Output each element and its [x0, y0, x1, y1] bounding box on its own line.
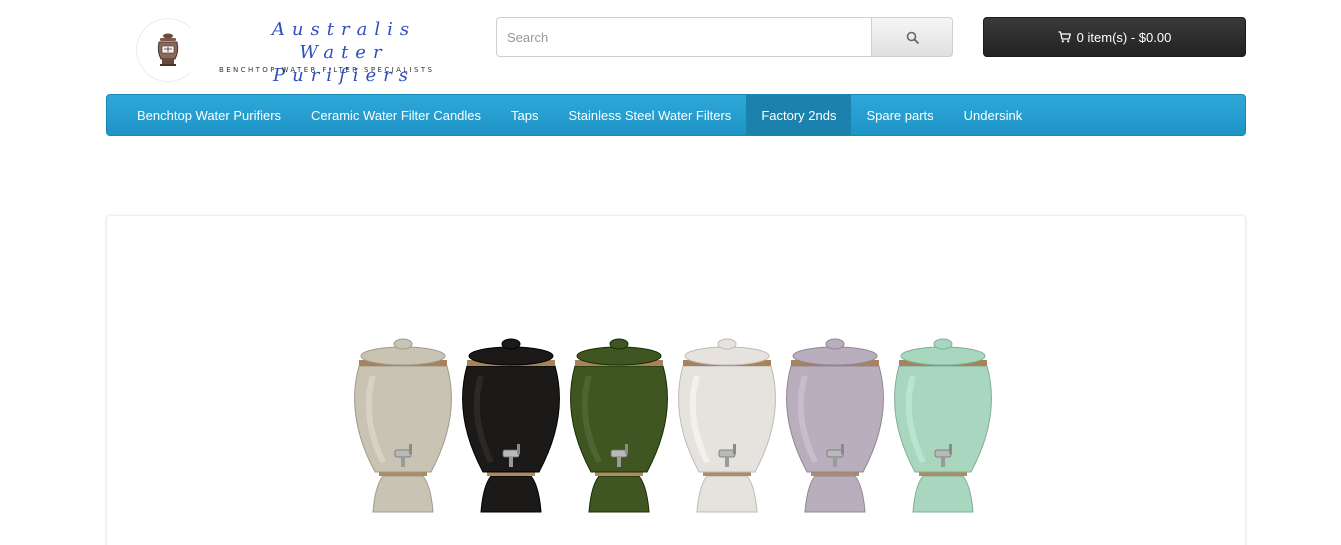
search-bar: [496, 17, 953, 57]
nav-item-ceramic-water-filter-candles[interactable]: Ceramic Water Filter Candles: [296, 95, 496, 135]
search-input[interactable]: [496, 17, 871, 57]
water-crock: [786, 338, 884, 513]
cart-summary: 0 item(s) - $0.00: [1076, 29, 1172, 45]
shopping-cart-icon: [1058, 31, 1071, 43]
nav-item-undersink[interactable]: Undersink: [949, 95, 1038, 135]
water-crock: [894, 338, 992, 513]
nav-item-stainless-steel-water-filters[interactable]: Stainless Steel Water Filters: [554, 95, 747, 135]
site-logo[interactable]: Australis Water Purifiers BENCHTOP WATER…: [136, 14, 466, 86]
cart-button[interactable]: 0 item(s) - $0.00: [983, 17, 1246, 57]
water-crock: [678, 338, 776, 513]
logo-tagline: BENCHTOP WATER FILTER SPECIALISTS: [219, 66, 435, 74]
main-navigation: Benchtop Water Purifiers Ceramic Water F…: [106, 94, 1246, 136]
nav-item-factory-2nds[interactable]: Factory 2nds: [746, 95, 852, 135]
water-crock-emblem-icon: [136, 18, 200, 82]
nav-item-taps[interactable]: Taps: [496, 95, 553, 135]
water-crock: [570, 338, 668, 513]
nav-item-spare-parts[interactable]: Spare parts: [851, 95, 948, 135]
nav-item-benchtop-water-purifiers[interactable]: Benchtop Water Purifiers: [122, 95, 296, 135]
ceramic-water-purifier-crocks-image[interactable]: [345, 336, 1015, 526]
water-crock: [462, 338, 560, 513]
search-icon: [906, 31, 919, 44]
search-button[interactable]: [871, 17, 953, 57]
water-crock: [354, 338, 452, 513]
content-panel: [106, 215, 1246, 545]
logo-title: Australis Water Purifiers: [271, 19, 417, 86]
page: Australis Water Purifiers BENCHTOP WATER…: [0, 0, 1341, 545]
